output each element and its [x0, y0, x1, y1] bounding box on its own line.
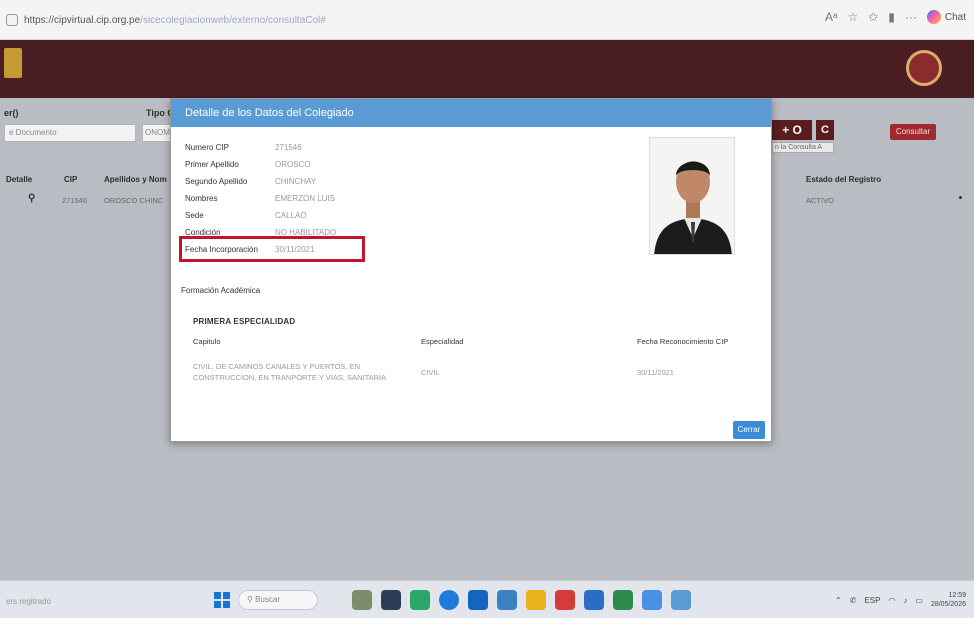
detail-value: OROSCO: [275, 160, 311, 169]
notes-icon[interactable]: [671, 590, 691, 610]
chevron-up-icon[interactable]: ⌃: [835, 596, 842, 605]
detail-row-numero-cip: Numero CIP 271546: [185, 141, 485, 158]
app-background: er() e Documento Tipo Co ONOM + O C n la…: [0, 40, 974, 580]
detail-value: CHINCHAY: [275, 177, 317, 186]
app-icon[interactable]: [642, 590, 662, 610]
acrobat-icon[interactable]: [555, 590, 575, 610]
url-path: /sicecolegiacionweb/externo/consultaCol#: [140, 14, 326, 26]
browser-toolbar: https://cipvirtual.cip.org.pe /sicecoleg…: [0, 0, 974, 40]
cell-capitulo-line2: CONSTRUCCION, EN TRANPORTE Y VIAS, SANIT…: [193, 373, 387, 382]
search-placeholder: Buscar: [255, 595, 280, 604]
col-capitulo: Capitulo: [193, 337, 221, 346]
row-estado: ACTIVO: [806, 196, 834, 205]
browser-status-text: ers regitrado: [6, 597, 51, 606]
word-icon[interactable]: [584, 590, 604, 610]
detail-value: CALLAO: [275, 211, 307, 220]
battery-icon[interactable]: ▭: [915, 596, 923, 605]
clock-date: 28/05/2026: [930, 601, 966, 608]
detail-row-segundo-apellido: Segundo Apellido CHINCHAY: [185, 175, 485, 192]
widgets-icon[interactable]: [352, 590, 372, 610]
more-icon[interactable]: ···: [905, 10, 917, 24]
colegiado-detail-modal: Detalle de los Datos del Colegiado Numer…: [170, 98, 772, 442]
copilot-label: Chat: [944, 11, 966, 23]
detail-label: Sede: [185, 211, 204, 220]
cell-capitulo-line1: CIVIL, DE CAMINOS CANALES Y PUERTOS, EN: [193, 362, 360, 371]
detail-value: EMERZON LUIS: [275, 194, 336, 203]
cell-especialidad: CIVIL: [421, 368, 440, 377]
cell-fecha: 30/11/2021: [637, 368, 674, 377]
cip-seal-logo: [906, 50, 942, 86]
browser-actions: Aᵃ ☆ ✩ ▮ ··· Chat: [825, 10, 966, 24]
taskbar-apps: [352, 590, 691, 610]
row-cip: 271546: [62, 196, 88, 205]
row-name: OROSCO CHINC: [104, 196, 164, 205]
clear-filter-button[interactable]: C: [816, 120, 834, 140]
copilot-button[interactable]: Chat: [926, 10, 966, 24]
close-button[interactable]: Cerrar: [733, 421, 765, 439]
detail-value: 271546: [275, 143, 302, 152]
language-indicator[interactable]: ESP: [864, 596, 880, 605]
app-header: [0, 40, 974, 98]
type-select[interactable]: ONOM: [142, 124, 172, 142]
taskbar-search-input[interactable]: ⚲ Buscar: [238, 590, 318, 610]
person-photo-icon: [650, 138, 734, 254]
read-aloud-icon[interactable]: Aᵃ: [825, 10, 837, 24]
modal-header: Detalle de los Datos del Colegiado: [171, 99, 771, 127]
subsection-primera-especialidad: PRIMERA ESPECIALIDAD: [193, 317, 296, 326]
row-menu-icon[interactable]: [959, 196, 962, 199]
store-icon[interactable]: [468, 590, 488, 610]
clock[interactable]: 12:59 28/05/2026: [931, 591, 966, 609]
favorites-icon[interactable]: ✩: [868, 10, 878, 24]
cip-logo-left: [4, 48, 22, 78]
detail-label: Nombres: [185, 194, 218, 203]
col-cip: CIP: [64, 175, 78, 184]
windows-start-icon[interactable]: [214, 592, 230, 608]
query-hint: n la Consulta A: [772, 142, 834, 153]
col-estado: Estado del Registro: [806, 175, 882, 184]
mail-icon[interactable]: [497, 590, 517, 610]
favorite-star-icon[interactable]: ☆: [847, 10, 858, 24]
extensions-icon[interactable]: ▮: [888, 10, 895, 24]
consultar-button[interactable]: Consultar: [890, 124, 936, 140]
copilot-icon: [926, 10, 941, 24]
detail-label: Segundo Apellido: [185, 177, 248, 186]
document-type-select[interactable]: e Documento: [4, 124, 136, 142]
windows-taskbar: ers regitrado ⚲ Buscar ⌃ ✆ ESP ◠ ♪ ▭ 12:…: [0, 580, 974, 618]
detail-row-primer-apellido: Primer Apellido OROSCO: [185, 158, 485, 175]
system-tray: ⌃ ✆ ESP ◠ ♪ ▭ 12:59 28/05/2026: [835, 591, 966, 609]
condicion-highlight-box: [179, 236, 365, 262]
filter-label-document: er(): [4, 108, 19, 118]
detail-label: Primer Apellido: [185, 160, 239, 169]
file-explorer-icon[interactable]: [526, 590, 546, 610]
col-apellidos: Apellidos y Nom: [104, 175, 167, 184]
volume-icon[interactable]: ♪: [903, 596, 907, 605]
modal-title: Detalle de los Datos del Colegiado: [185, 107, 354, 119]
detail-row-sede: Sede CALLAO: [185, 209, 485, 226]
clock-time: 12:59: [948, 592, 966, 599]
edge-icon[interactable]: [439, 590, 459, 610]
task-view-icon[interactable]: [381, 590, 401, 610]
detail-search-icon[interactable]: ⚲: [28, 193, 35, 204]
add-filter-button[interactable]: + O: [772, 120, 812, 140]
address-bar[interactable]: https://cipvirtual.cip.org.pe /sicecoleg…: [6, 8, 946, 32]
url-host: https://cipvirtual.cip.org.pe: [24, 14, 141, 26]
section-formacion-academica: Formación Académica: [181, 286, 261, 295]
detail-label: Numero CIP: [185, 143, 230, 152]
colegiado-photo: [649, 137, 735, 255]
wifi-icon[interactable]: ◠: [888, 596, 895, 605]
col-detalle: Detalle: [6, 175, 33, 184]
tray-app-icon[interactable]: ✆: [850, 596, 857, 605]
col-fecha-reconocimiento: Fecha Reconocimiento CIP: [637, 337, 729, 346]
col-especialidad: Especialidad: [421, 337, 464, 346]
detail-row-nombres: Nombres EMERZON LUIS: [185, 192, 485, 209]
teams-icon[interactable]: [410, 590, 430, 610]
excel-icon[interactable]: [613, 590, 633, 610]
page-info-icon[interactable]: [6, 14, 18, 26]
